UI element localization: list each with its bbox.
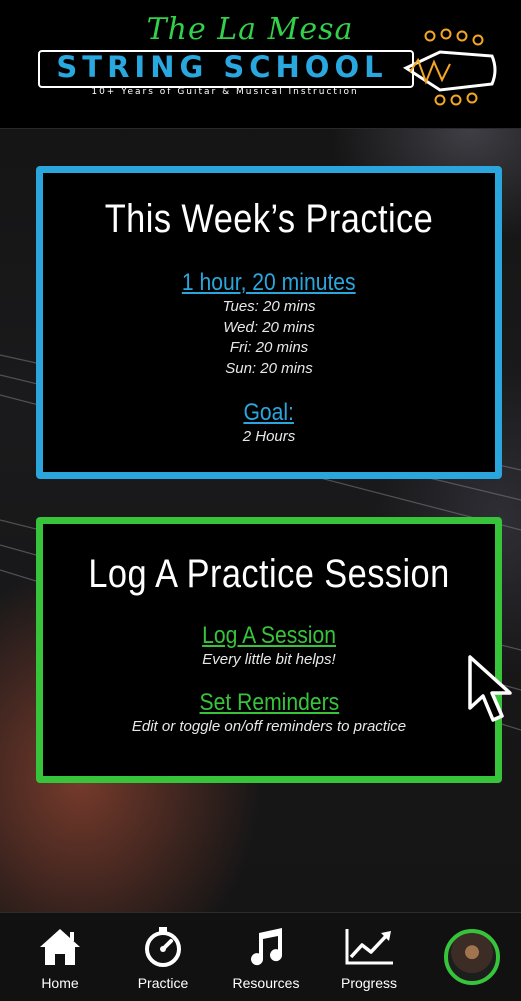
trend-chart-icon bbox=[345, 929, 393, 965]
guitar-fretboard-graphic bbox=[0, 354, 521, 731]
session-line: Fri: 20 mins bbox=[229, 339, 309, 356]
session-line: Tues: 20 mins bbox=[222, 298, 316, 315]
background-photo bbox=[0, 0, 521, 1000]
music-note-icon bbox=[251, 928, 283, 966]
stopwatch-icon bbox=[145, 927, 181, 967]
mouse-pointer-icon bbox=[468, 655, 512, 722]
guitar-headstock-logo-icon bbox=[402, 28, 497, 106]
log-session-link[interactable]: Log A Session bbox=[202, 622, 336, 650]
session-line: Wed: 20 mins bbox=[223, 318, 315, 336]
weekly-practice-title: This Week’s Practice bbox=[104, 197, 434, 241]
tab-progress[interactable]: Progress bbox=[317, 913, 421, 1001]
home-icon bbox=[40, 929, 80, 965]
tab-progress-label: Progress bbox=[340, 975, 398, 991]
set-reminders-link[interactable]: Set Reminders bbox=[199, 689, 339, 717]
logo-tagline: 10+ Years of Guitar & Musical Instructio… bbox=[91, 87, 359, 97]
weekly-total-link[interactable]: 1 hour, 20 minutes bbox=[182, 269, 356, 297]
logo-script-title: The La Mesa bbox=[146, 12, 354, 47]
goal-link[interactable]: Goal: bbox=[244, 399, 294, 427]
log-practice-title: Log A Practice Session bbox=[88, 552, 450, 596]
tab-home-label: Home bbox=[41, 975, 79, 991]
app-header: The La Mesa STRING SCHOOL 10+ Years of G… bbox=[0, 0, 521, 129]
tab-home[interactable]: Home bbox=[8, 913, 112, 1001]
log-practice-card: Log A Practice Session Log A Session Eve… bbox=[36, 517, 502, 783]
weekly-practice-card: This Week’s Practice 1 hour, 20 minutes … bbox=[36, 166, 502, 479]
logo-school-name: STRING SCHOOL bbox=[56, 50, 388, 84]
tab-resources-label: Resources bbox=[232, 975, 300, 991]
bottom-tab-bar: Home Practice Resources Progress bbox=[0, 912, 521, 1001]
goal-value: 2 Hours bbox=[242, 428, 296, 445]
set-reminders-subtitle: Edit or toggle on/off reminders to pract… bbox=[131, 717, 407, 735]
session-line: Sun: 20 mins bbox=[225, 359, 313, 377]
tab-resources[interactable]: Resources bbox=[214, 913, 318, 1001]
tab-practice-label: Practice bbox=[137, 975, 189, 991]
log-session-subtitle: Every little bit helps! bbox=[202, 651, 336, 668]
tab-practice[interactable]: Practice bbox=[111, 913, 215, 1001]
profile-avatar[interactable] bbox=[444, 929, 500, 985]
